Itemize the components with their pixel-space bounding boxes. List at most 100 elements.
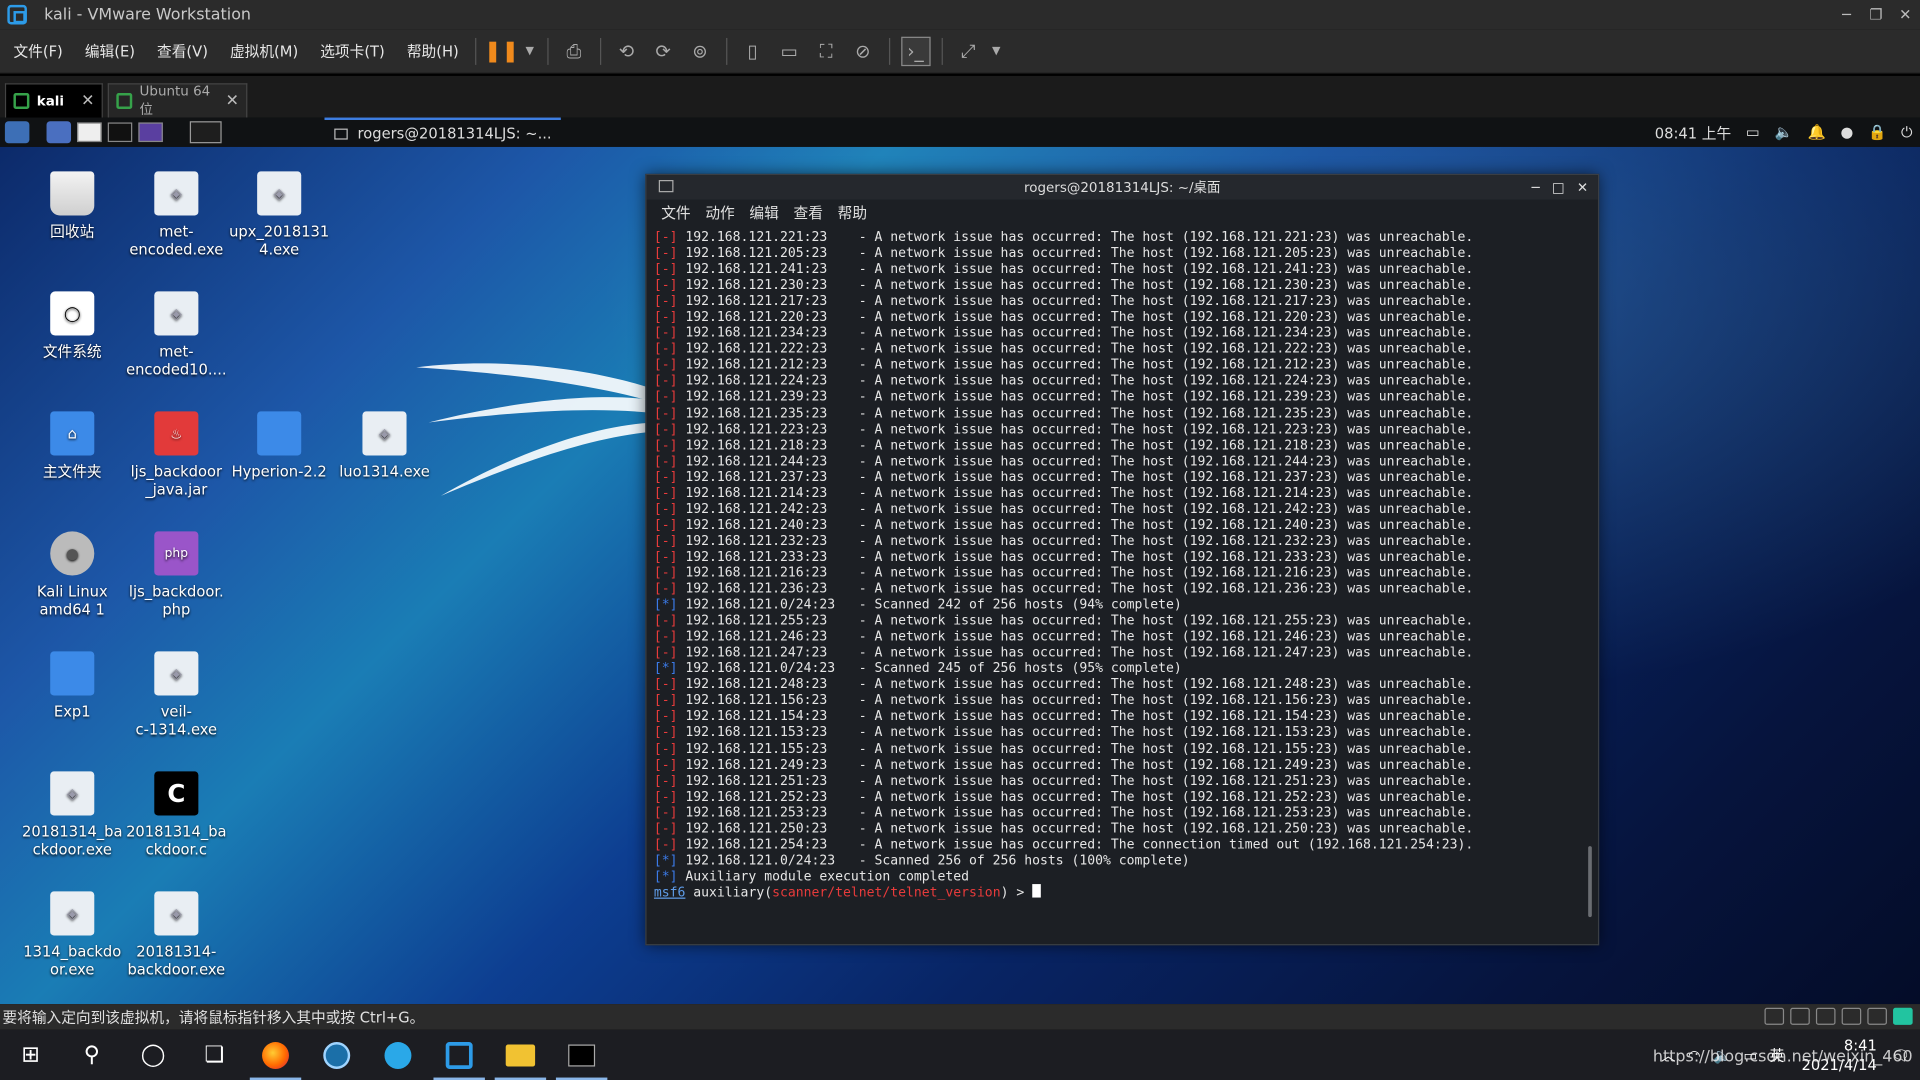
close-tab-icon[interactable]: ✕ [81, 92, 94, 110]
file-manager-launcher-icon[interactable] [77, 122, 102, 143]
terminal-title-bar[interactable]: rogers@20181314LJS: ~/桌面 ─ □ ✕ [646, 175, 1598, 200]
terminal-menu-file[interactable]: 文件 [661, 201, 690, 222]
terminal-prompt[interactable]: msf6 auxiliary(scanner/telnet/telnet_ver… [654, 883, 1585, 900]
notification-bell-icon[interactable]: 🔔 [1807, 124, 1825, 141]
desktop-icon-luo1314[interactable]: ◈ luo1314.exe [333, 411, 436, 481]
firefox-icon[interactable] [245, 1030, 306, 1080]
stretch-dropdown-icon[interactable]: ▼ [990, 36, 1002, 65]
send-ctrl-alt-del-icon[interactable]: ⎙ [559, 36, 588, 65]
vm-icon [116, 93, 133, 109]
fullscreen-icon[interactable]: ⛶ [811, 36, 840, 65]
terminal-window[interactable]: rogers@20181314LJS: ~/桌面 ─ □ ✕ 文件 动作 编辑 … [645, 173, 1600, 947]
network-status-icon[interactable] [1815, 1007, 1836, 1025]
desktop-icon-backdoor-exe[interactable]: ◈ 20181314_ba ckdoor.exe [21, 771, 124, 859]
terminal-menu-view[interactable]: 查看 [794, 201, 823, 222]
tab-ubuntu[interactable]: Ubuntu 64 位 ✕ [107, 83, 248, 118]
message-status-icon[interactable] [1893, 1007, 1913, 1025]
desktop-icon-php[interactable]: php ljs_backdoor. php [125, 531, 228, 619]
close-button[interactable]: ✕ [1891, 0, 1920, 29]
workspace-switcher[interactable] [189, 121, 222, 144]
desktop-icon-filesystem[interactable]: ◯ 文件系统 [21, 291, 124, 361]
desktop-icon-upx[interactable]: ◈ upx_2018131 4.exe [228, 171, 331, 259]
terminal-line: [*] 192.168.121.0/24:23 - Scanned 245 of… [654, 660, 1585, 676]
desktop-icon-kali-disc[interactable]: ● Kali Linux amd64 1 [21, 531, 124, 619]
vmware-icon[interactable] [429, 1030, 490, 1080]
terminal-minimize-button[interactable]: ─ [1532, 179, 1540, 195]
desktop-icon-1314-backdoor[interactable]: ◈ 1314_backdo or.exe [21, 891, 124, 979]
network-icon[interactable]: ● [1840, 124, 1853, 141]
revert-snapshot-icon[interactable]: ⟳ [649, 36, 678, 65]
terminal-launcher-icon[interactable] [107, 122, 133, 143]
show-desktop-icon[interactable] [46, 121, 72, 144]
desktop-icon-met-encoded[interactable]: ◈ met- encoded.exe [125, 171, 228, 259]
cortana-icon[interactable]: ◯ [122, 1030, 183, 1080]
kali-menu-icon[interactable] [4, 121, 30, 144]
search-icon[interactable]: ⚲ [61, 1030, 122, 1080]
desktop-icon-backdoor-c[interactable]: C 20181314_ba ckdoor.c [125, 771, 228, 859]
steam-icon[interactable] [306, 1030, 367, 1080]
restore-button[interactable]: ❐ [1861, 0, 1890, 29]
error-prefix: [-] [653, 292, 678, 309]
taskbar-terminal-entry[interactable]: rogers@20181314LJS: ~... [324, 117, 562, 147]
terminal-close-button[interactable]: ✕ [1577, 179, 1588, 195]
desktop-icon-exp1[interactable]: Exp1 [21, 651, 124, 721]
terminal-icon[interactable] [551, 1030, 612, 1080]
desktop-icon-met-encoded10[interactable]: ◈ met- encoded10.... [125, 291, 228, 379]
folder-icon [50, 651, 95, 696]
display-icon[interactable]: ▭ [1746, 124, 1760, 141]
terminal-menu-edit[interactable]: 编辑 [749, 201, 778, 222]
thumbnail-view-icon[interactable]: ▭ [775, 36, 804, 65]
terminal-output[interactable]: [-] 192.168.121.221:23 - A network issue… [654, 229, 1585, 947]
menu-help[interactable]: 帮助(H) [393, 40, 467, 61]
library-view-icon[interactable]: ▯ [738, 36, 767, 65]
terminal-maximize-button[interactable]: □ [1552, 179, 1565, 195]
status-prefix: [*] [653, 852, 678, 868]
browser-launcher-icon[interactable] [138, 122, 163, 143]
sound-status-icon[interactable] [1867, 1007, 1887, 1025]
terminal-line: [*] 192.168.121.0/24:23 - Scanned 256 of… [654, 852, 1585, 868]
maxthon-icon[interactable] [367, 1030, 428, 1080]
desktop-icon-veil[interactable]: ◈ veil- c-1314.exe [125, 651, 228, 739]
file-explorer-icon[interactable] [490, 1030, 551, 1080]
terminal-menu-actions[interactable]: 动作 [705, 201, 734, 222]
panel-clock[interactable]: 08:41 上午 [1655, 122, 1731, 143]
stretch-guest-icon[interactable]: ⤢ [953, 36, 982, 65]
menu-tabs[interactable]: 选项卡(T) [307, 40, 394, 61]
desktop-icon-home[interactable]: ⌂ 主文件夹 [21, 411, 124, 481]
desktop-icon-20181314-backdoor[interactable]: ◈ 20181314- backdoor.exe [125, 891, 228, 979]
close-tab-icon[interactable]: ✕ [226, 92, 239, 110]
terminal-scrollbar[interactable] [1588, 846, 1592, 918]
pause-button[interactable]: ❚❚ [484, 36, 519, 65]
desktop-icon-trash[interactable]: 回收站 [21, 171, 124, 241]
lock-icon[interactable]: 🔒 [1868, 124, 1886, 141]
minimize-button[interactable]: ─ [1832, 0, 1861, 29]
cd-status-icon[interactable] [1790, 1007, 1810, 1025]
icon-label: Exp1 [53, 702, 91, 721]
folder-icon [257, 411, 302, 456]
terminal-line: [-] 192.168.121.254:23 - A network issue… [654, 836, 1585, 852]
line-text: 192.168.121.234:23 - A network issue has… [677, 324, 1474, 341]
hdd-status-icon[interactable] [1764, 1007, 1785, 1025]
pause-dropdown-icon[interactable]: ▼ [524, 36, 536, 65]
task-view-icon[interactable]: ❏ [184, 1030, 245, 1080]
snapshot-manager-icon[interactable]: ⊚ [685, 36, 714, 65]
line-text: 192.168.121.224:23 - A network issue has… [677, 372, 1474, 389]
error-prefix: [-] [653, 324, 678, 341]
menu-edit[interactable]: 编辑(E) [71, 40, 143, 61]
desktop-icon-hyperion[interactable]: Hyperion-2.2 [228, 411, 331, 481]
menu-file[interactable]: 文件(F) [0, 40, 71, 61]
start-icon[interactable]: ⊞ [0, 1030, 61, 1080]
console-view-icon[interactable]: ›_ [900, 36, 931, 66]
desktop-icon-java-jar[interactable]: ♨ ljs_backdoor _java.jar [125, 411, 228, 499]
snapshot-icon[interactable]: ⟲ [612, 36, 641, 65]
menu-view[interactable]: 查看(V) [144, 40, 217, 61]
unity-icon[interactable]: ⊘ [848, 36, 877, 65]
volume-icon[interactable]: 🔈 [1774, 124, 1792, 141]
power-icon[interactable]: ⏻ [1901, 123, 1913, 141]
error-prefix: [-] [653, 404, 678, 421]
terminal-menu-help[interactable]: 帮助 [838, 201, 867, 222]
printer-status-icon[interactable] [1841, 1007, 1862, 1025]
php-icon: php [154, 531, 199, 576]
tab-kali[interactable]: kali ✕ [4, 83, 104, 118]
menu-vm[interactable]: 虚拟机(M) [217, 40, 307, 61]
